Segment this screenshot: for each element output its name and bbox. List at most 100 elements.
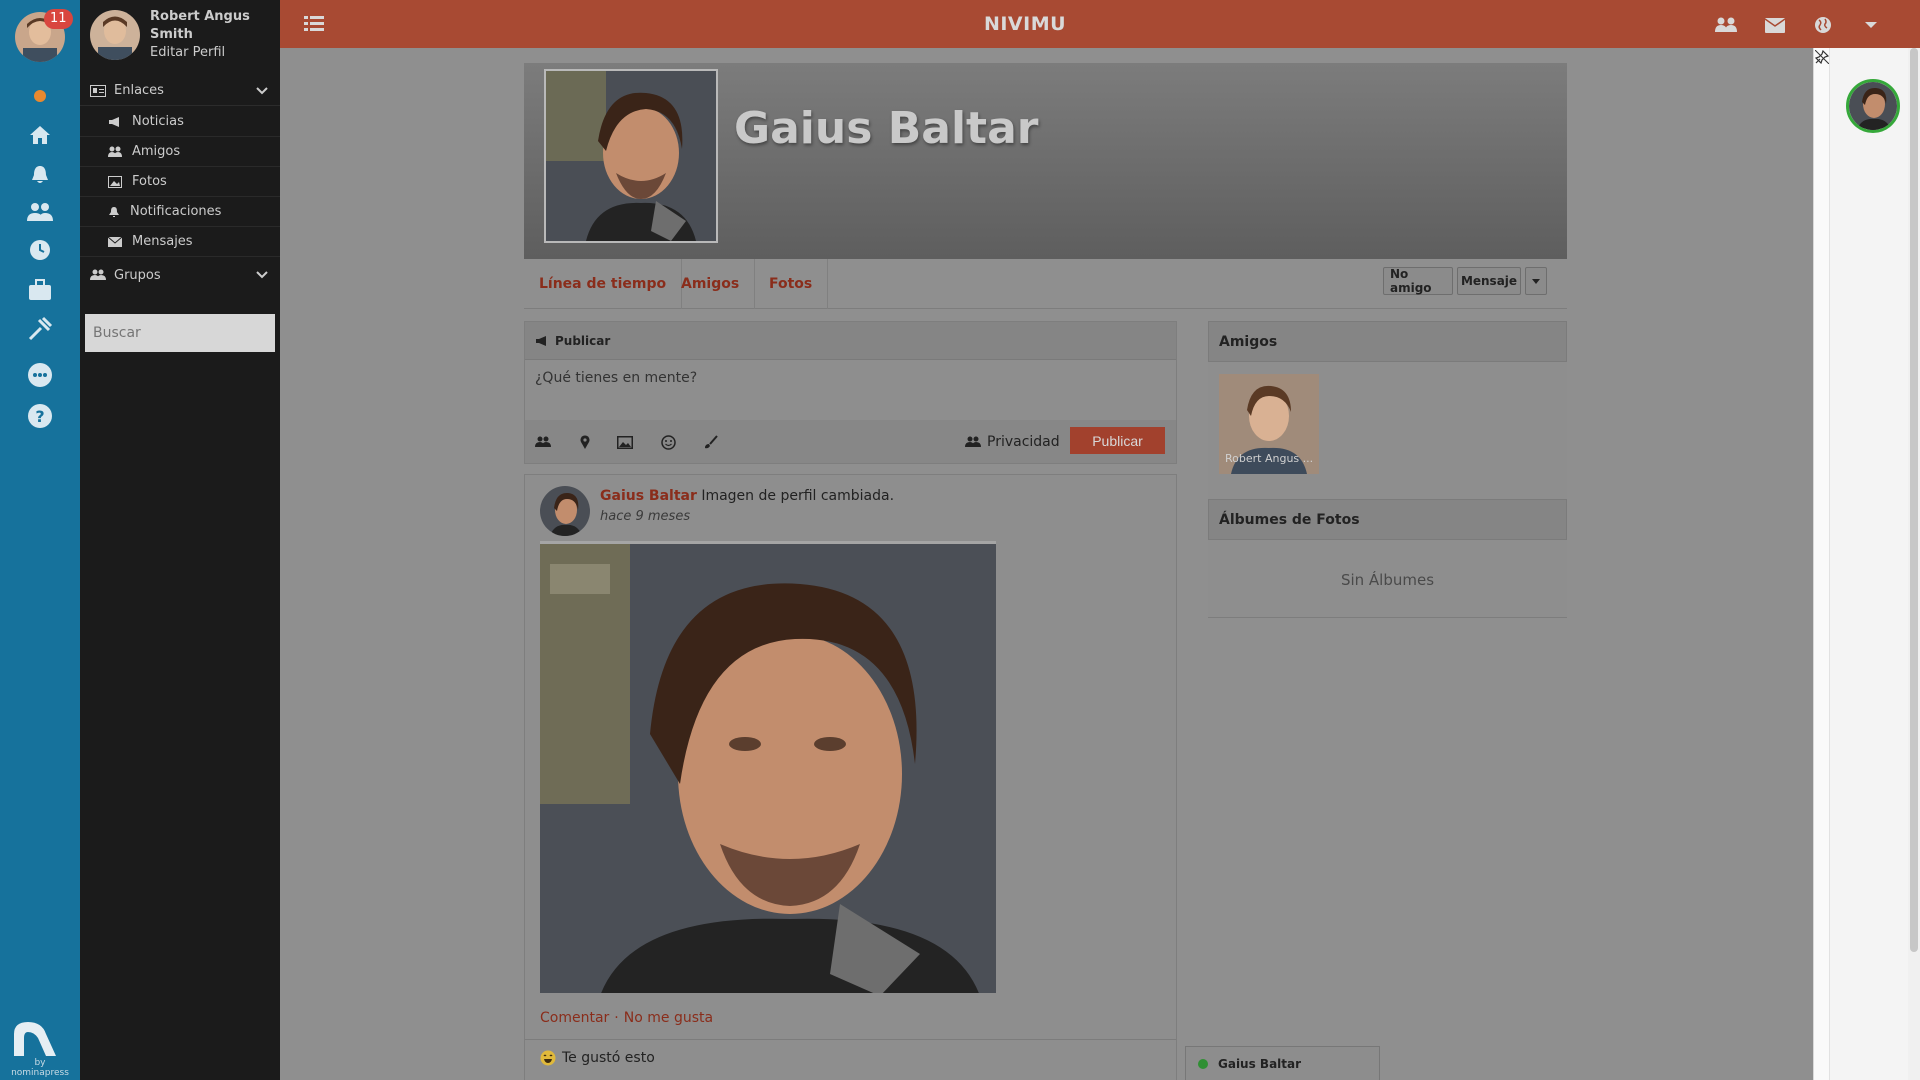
sidebar-user-avatar[interactable]	[90, 10, 140, 60]
sidebar-user-name[interactable]: Robert Angus Smith	[150, 8, 270, 44]
brand-logo-icon	[10, 1018, 66, 1062]
likes-text: Te gustó esto	[562, 1050, 655, 1066]
scrollbar-thumb[interactable]	[1910, 48, 1918, 952]
composer-toolbar: Privacidad Publicar	[525, 420, 1176, 463]
sidebar-section-label: Grupos	[114, 267, 161, 283]
albums-card-title: Álbumes de Fotos	[1208, 499, 1567, 540]
sidebar-item-amigos[interactable]: Amigos	[80, 137, 280, 167]
post-timestamp[interactable]: hace 9 meses	[600, 509, 690, 524]
bell-icon	[109, 206, 119, 217]
post-author-link[interactable]: Gaius Baltar	[600, 488, 697, 504]
help-icon[interactable]: ?	[24, 400, 56, 432]
sidebar: Robert Angus Smith Editar Perfil Enlaces…	[80, 0, 280, 1080]
site-title[interactable]: NIVIMU	[280, 13, 1770, 35]
post-photo[interactable]	[540, 541, 996, 993]
image-icon	[108, 175, 122, 188]
users-icon	[108, 146, 122, 157]
tab-linea-de-tiempo[interactable]: Línea de tiempo	[524, 259, 683, 309]
unlike-link[interactable]: No me gusta	[624, 1010, 713, 1026]
tab-amigos[interactable]: Amigos	[666, 259, 756, 309]
unfriend-button[interactable]: No amigo	[1383, 267, 1453, 295]
post-likes: Te gustó esto	[540, 1050, 655, 1066]
caret-down-icon[interactable]	[1859, 13, 1883, 37]
sidebar-section-grupos[interactable]: Grupos	[80, 260, 280, 290]
briefcase-icon[interactable]	[24, 274, 56, 306]
laughing-emoji-icon	[540, 1050, 556, 1066]
composer-input[interactable]: ¿Qué tienes en mente?	[535, 370, 697, 386]
sidebar-section-label: Enlaces	[114, 83, 164, 98]
clock-icon[interactable]	[24, 234, 56, 266]
chevron-down-icon	[256, 271, 268, 279]
sidebar-item-noticias[interactable]: Noticias	[80, 107, 280, 137]
sidebar-item-notificaciones[interactable]: Notificaciones	[80, 197, 280, 227]
online-users-panel	[1813, 48, 1908, 1080]
smile-icon[interactable]	[658, 432, 678, 452]
profile-cover: Gaius Baltar	[524, 63, 1567, 259]
main-content: Gaius Baltar Línea de tiempo Amigos Foto…	[280, 48, 1813, 1080]
privacy-label: Privacidad	[987, 434, 1060, 450]
svg-text:?: ?	[35, 407, 44, 426]
notification-count-badge: 11	[44, 9, 73, 29]
sidebar-item-label: Mensajes	[132, 234, 193, 249]
sidebar-item-fotos[interactable]: Fotos	[80, 167, 280, 197]
sidebar-user-block[interactable]: Robert Angus Smith Editar Perfil	[80, 0, 280, 66]
sidebar-item-label: Notificaciones	[130, 204, 222, 219]
post-text: Imagen de perfil cambiada.	[701, 488, 895, 504]
edit-profile-link[interactable]: Editar Perfil	[150, 45, 225, 60]
tools-icon[interactable]	[24, 313, 56, 345]
chat-tab[interactable]: Gaius Baltar	[1185, 1046, 1380, 1080]
comment-link[interactable]: Comentar	[540, 1010, 609, 1026]
friend-thumbnail[interactable]: Robert Angus ...	[1219, 374, 1319, 474]
users-icon	[965, 436, 981, 447]
post-actions: Comentar · No me gusta	[540, 1010, 713, 1026]
bell-icon[interactable]	[24, 159, 56, 191]
sidebar-item-label: Fotos	[132, 174, 167, 189]
post-divider	[525, 1039, 1176, 1040]
action-separator: ·	[614, 1010, 619, 1026]
users-icon	[90, 269, 106, 280]
profile-picture[interactable]	[544, 69, 718, 243]
bullhorn-icon	[536, 335, 546, 346]
users-icon[interactable]	[24, 196, 56, 228]
id-card-icon	[90, 84, 106, 97]
panel-strip	[1814, 48, 1830, 1080]
sidebar-item-mensajes[interactable]: Mensajes	[80, 227, 280, 257]
globe-icon[interactable]	[1811, 13, 1835, 37]
sidebar-section-enlaces[interactable]: Enlaces	[80, 76, 280, 106]
status-dot-icon[interactable]	[24, 80, 56, 112]
icon-rail: 11 ? by nominapress	[0, 0, 80, 1080]
online-status-dot-icon	[1198, 1058, 1208, 1069]
sidebar-search-input[interactable]	[85, 314, 275, 352]
sidebar-item-label: Noticias	[132, 114, 184, 129]
brush-icon[interactable]	[700, 432, 720, 452]
chat-bubble-icon[interactable]	[24, 359, 56, 391]
envelope-icon[interactable]	[1763, 13, 1787, 37]
top-bar: NIVIMU	[280, 0, 1920, 48]
post-headline: Gaius Baltar Imagen de perfil cambiada.	[600, 488, 894, 504]
chat-tab-name: Gaius Baltar	[1218, 1056, 1302, 1071]
timeline-post: Gaius Baltar Imagen de perfil cambiada. …	[524, 474, 1177, 1080]
bullhorn-icon	[109, 116, 119, 127]
albums-card: Álbumes de Fotos Sin Álbumes	[1208, 499, 1567, 618]
friend-name: Robert Angus ...	[1225, 452, 1314, 465]
image-icon[interactable]	[615, 432, 635, 452]
online-user-avatar[interactable]	[1846, 79, 1900, 133]
profile-name: Gaius Baltar	[734, 103, 1039, 154]
friends-requests-icon[interactable]	[1714, 13, 1738, 37]
tab-fotos[interactable]: Fotos	[754, 259, 829, 309]
home-icon[interactable]	[24, 119, 56, 151]
caret-down-icon	[1532, 278, 1540, 284]
post-author-avatar[interactable]	[540, 486, 590, 536]
unpin-icon[interactable]	[1815, 50, 1829, 64]
friends-card-title: Amigos	[1208, 321, 1567, 362]
page-scrollbar[interactable]	[1908, 48, 1920, 1080]
brand-text: by nominapress	[11, 1058, 69, 1078]
map-pin-icon[interactable]	[575, 432, 595, 452]
more-actions-button[interactable]	[1525, 267, 1547, 295]
message-button[interactable]: Mensaje	[1457, 267, 1521, 295]
tag-friends-icon[interactable]	[533, 432, 553, 452]
sidebar-item-label: Amigos	[132, 144, 181, 159]
chevron-down-icon	[256, 86, 268, 94]
privacy-selector[interactable]: Privacidad	[965, 430, 1060, 454]
publish-button[interactable]: Publicar	[1070, 427, 1165, 454]
